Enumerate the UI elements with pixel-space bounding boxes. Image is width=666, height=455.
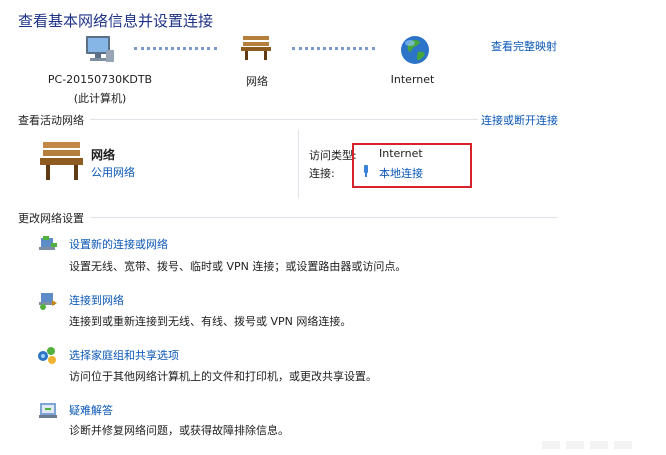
- change-settings-divider: [90, 217, 558, 218]
- computer-icon: [82, 34, 116, 64]
- connect-network-icon: [37, 291, 59, 311]
- view-full-map-link[interactable]: 查看完整映射: [491, 38, 557, 54]
- page-title: 查看基本网络信息并设置连接: [18, 12, 214, 30]
- active-network-bench-icon: [38, 138, 86, 182]
- task-troubleshoot-desc: 诊断并修复网络问题，或获得故障排除信息。: [69, 424, 289, 437]
- task-homegroup-link[interactable]: 选择家庭组和共享选项: [69, 347, 179, 363]
- task-homegroup-desc: 访问位于其他网络计算机上的文件和打印机，或更改共享设置。: [69, 370, 377, 383]
- computer-subtitle: (此计算机): [73, 92, 127, 105]
- connection-label: 连接:: [309, 167, 335, 180]
- highlight-box: [352, 143, 472, 188]
- active-network-name: 网络: [91, 148, 116, 162]
- network-map-label: 网络: [246, 75, 268, 88]
- map-connector-line-2: [292, 47, 375, 50]
- task-setup-new-connection-link[interactable]: 设置新的连接或网络: [69, 236, 168, 252]
- new-connection-icon: [37, 235, 59, 255]
- connect-disconnect-link[interactable]: 连接或断开连接: [481, 112, 558, 128]
- change-settings-title: 更改网络设置: [18, 212, 84, 225]
- access-type-label: 访问类型:: [309, 149, 357, 162]
- troubleshoot-icon: [37, 401, 59, 421]
- active-networks-divider: [90, 119, 478, 120]
- homegroup-icon: [36, 345, 58, 365]
- task-connect-network-link[interactable]: 连接到网络: [69, 292, 124, 308]
- computer-name: PC-20150730KDTB: [47, 73, 153, 86]
- public-network-link[interactable]: 公用网络: [91, 164, 135, 180]
- active-network-vertical-divider: [298, 130, 299, 198]
- task-connect-network-desc: 连接到或重新连接到无线、有线、拨号或 VPN 网络连接。: [69, 315, 352, 328]
- map-connector-line-1: [134, 47, 217, 50]
- task-troubleshoot-link[interactable]: 疑难解答: [69, 402, 113, 418]
- task-setup-new-connection-desc: 设置无线、宽带、拨号、临时或 VPN 连接；或设置路由器或访问点。: [69, 260, 407, 273]
- internet-globe-icon: [399, 34, 431, 66]
- watermark: [542, 436, 652, 455]
- internet-map-label: Internet: [390, 73, 435, 86]
- active-networks-title: 查看活动网络: [18, 114, 84, 127]
- network-bench-icon: [239, 34, 273, 62]
